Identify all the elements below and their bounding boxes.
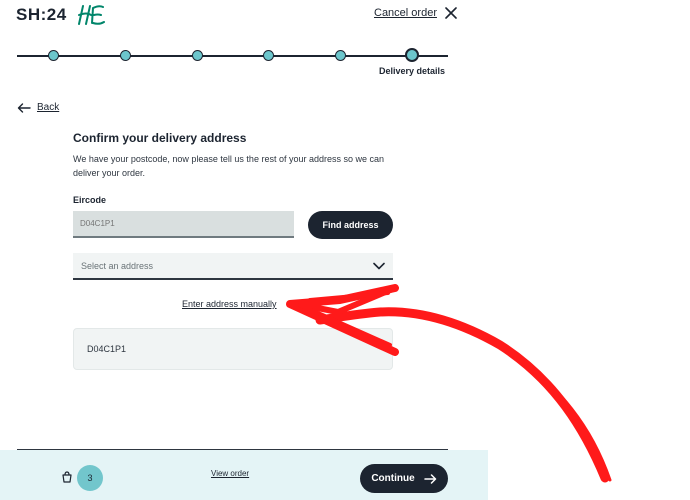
chevron-down-icon: [373, 262, 385, 269]
close-icon[interactable]: [445, 7, 457, 19]
red-annotation-arrow-icon: [286, 284, 612, 483]
back-link[interactable]: Back: [17, 102, 59, 113]
cancel-order-label[interactable]: Cancel order: [374, 7, 437, 19]
eircode-label: Eircode: [73, 195, 107, 205]
intro-text: We have your postcode, now please tell u…: [73, 154, 385, 178]
address-select-placeholder: Select an address: [81, 260, 154, 271]
manual-address-field[interactable]: D04C1P1: [73, 328, 393, 370]
hse-logo-icon: [77, 5, 105, 25]
sh24-logo: SH:24: [16, 4, 107, 26]
step-3-dot: [192, 50, 203, 61]
continue-label: Continue: [371, 473, 415, 484]
step-4-dot: [263, 50, 274, 61]
page-title: Confirm your delivery address: [73, 131, 247, 145]
address-select[interactable]: Select an address: [73, 253, 393, 280]
cancel-order-button[interactable]: Cancel order: [374, 7, 457, 19]
step-5-dot: [335, 50, 346, 61]
stepper-line: [17, 55, 448, 57]
manual-address-value: D04C1P1: [87, 344, 127, 354]
step-6-dot-current: [405, 48, 419, 62]
basket-icon[interactable]: [61, 471, 73, 483]
back-label[interactable]: Back: [37, 102, 59, 113]
arrow-right-icon: [423, 473, 436, 484]
basket-count-badge[interactable]: 3: [77, 465, 103, 491]
view-order-link[interactable]: View order: [211, 469, 249, 478]
step-1-dot: [48, 50, 59, 61]
progress-stepper: [17, 47, 448, 65]
continue-button[interactable]: Continue: [360, 464, 448, 493]
step-2-dot: [120, 50, 131, 61]
find-address-button[interactable]: Find address: [308, 211, 393, 239]
current-step-label: Delivery details: [379, 66, 446, 76]
eircode-input[interactable]: [73, 211, 294, 238]
enter-address-manually-link[interactable]: Enter address manually: [182, 299, 277, 309]
arrow-left-icon[interactable]: [17, 102, 31, 113]
sh24-logo-text: SH:24: [16, 5, 67, 24]
